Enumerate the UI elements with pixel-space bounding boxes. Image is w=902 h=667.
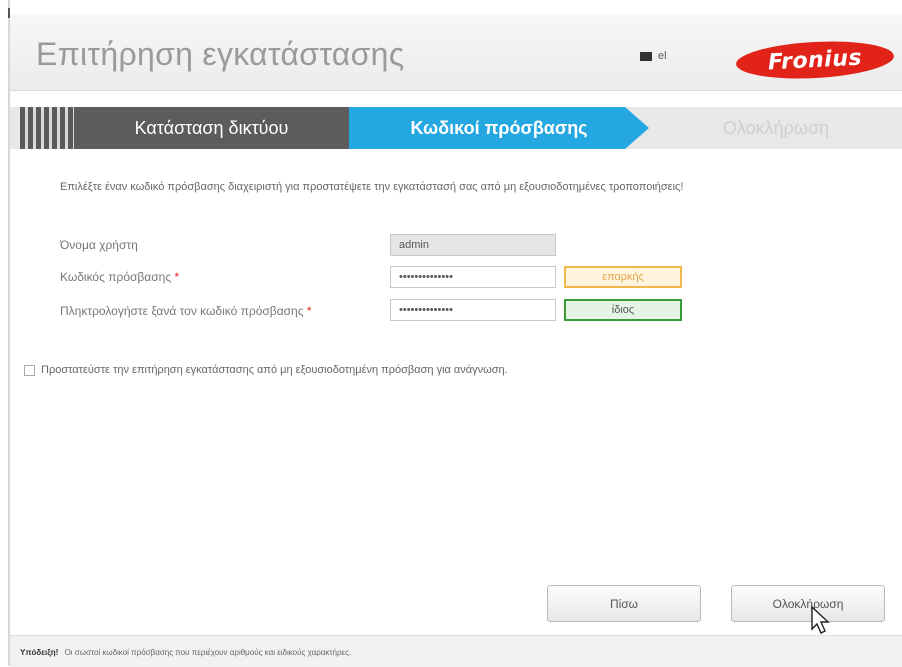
confirm-password-field[interactable]	[390, 299, 556, 321]
footer-hint: Υπόδειξη! Οι σωστοί κωδικοί πρόσβασης πο…	[10, 635, 902, 667]
footer-prefix: Υπόδειξη!	[20, 648, 59, 657]
page-title: Επιτήρηση εγκατάστασης	[36, 36, 405, 72]
protect-checkbox[interactable]	[24, 364, 35, 376]
flag-icon	[640, 51, 652, 61]
step-network-status[interactable]: Κατάσταση δικτύου	[74, 107, 349, 149]
header: Επιτήρηση εγκατάστασης el Fronius	[10, 14, 902, 91]
footer-text: Υπόδειξη! Οι σωστοί κωδικοί πρόσβασης πο…	[20, 648, 351, 657]
footer-message: Οι σωστοί κωδικοί πρόσβασης που περιέχου…	[64, 648, 352, 657]
username-label: Όνομα χρήστη	[60, 238, 138, 252]
confirm-status-badge: ίδιος	[564, 299, 682, 321]
username-field	[390, 234, 556, 256]
logo-text: Fronius	[767, 45, 863, 75]
password-label: Κωδικός πρόσβασης *	[60, 270, 179, 284]
back-button[interactable]: Πίσω	[547, 585, 701, 622]
language-code: el	[658, 50, 667, 62]
required-mark: *	[174, 270, 180, 284]
window-edge	[8, 0, 10, 666]
password-field[interactable]	[390, 266, 556, 288]
steps-stripes	[20, 107, 74, 149]
confirm-label-text: Πληκτρολογήστε ξανά τον κωδικό πρόσβασης	[60, 304, 304, 318]
required-mark: *	[306, 304, 312, 318]
wizard-steps: Κατάσταση δικτύου Κωδικοί πρόσβασης Ολοκ…	[10, 107, 902, 149]
protect-label: Προστατεύστε την επιτήρηση εγκατάστασης …	[41, 364, 508, 376]
step-completion: Ολοκλήρωση	[722, 117, 830, 138]
password-strength-badge: επαρκής	[564, 266, 682, 288]
intro-text: Επιλέξτε έναν κωδικό πρόσβασης διαχειρισ…	[60, 181, 684, 193]
fronius-logo: Fronius	[735, 37, 895, 83]
finish-button[interactable]: Ολοκλήρωση	[731, 585, 885, 622]
password-label-text: Κωδικός πρόσβασης	[60, 270, 172, 284]
step-passwords[interactable]: Κωδικοί πρόσβασης	[349, 107, 649, 149]
confirm-label: Πληκτρολογήστε ξανά τον κωδικό πρόσβασης…	[60, 304, 312, 318]
mouse-cursor-icon	[811, 605, 830, 634]
language-switcher[interactable]: el	[640, 50, 667, 62]
protect-option[interactable]: Προστατεύστε την επιτήρηση εγκατάστασης …	[24, 364, 508, 376]
